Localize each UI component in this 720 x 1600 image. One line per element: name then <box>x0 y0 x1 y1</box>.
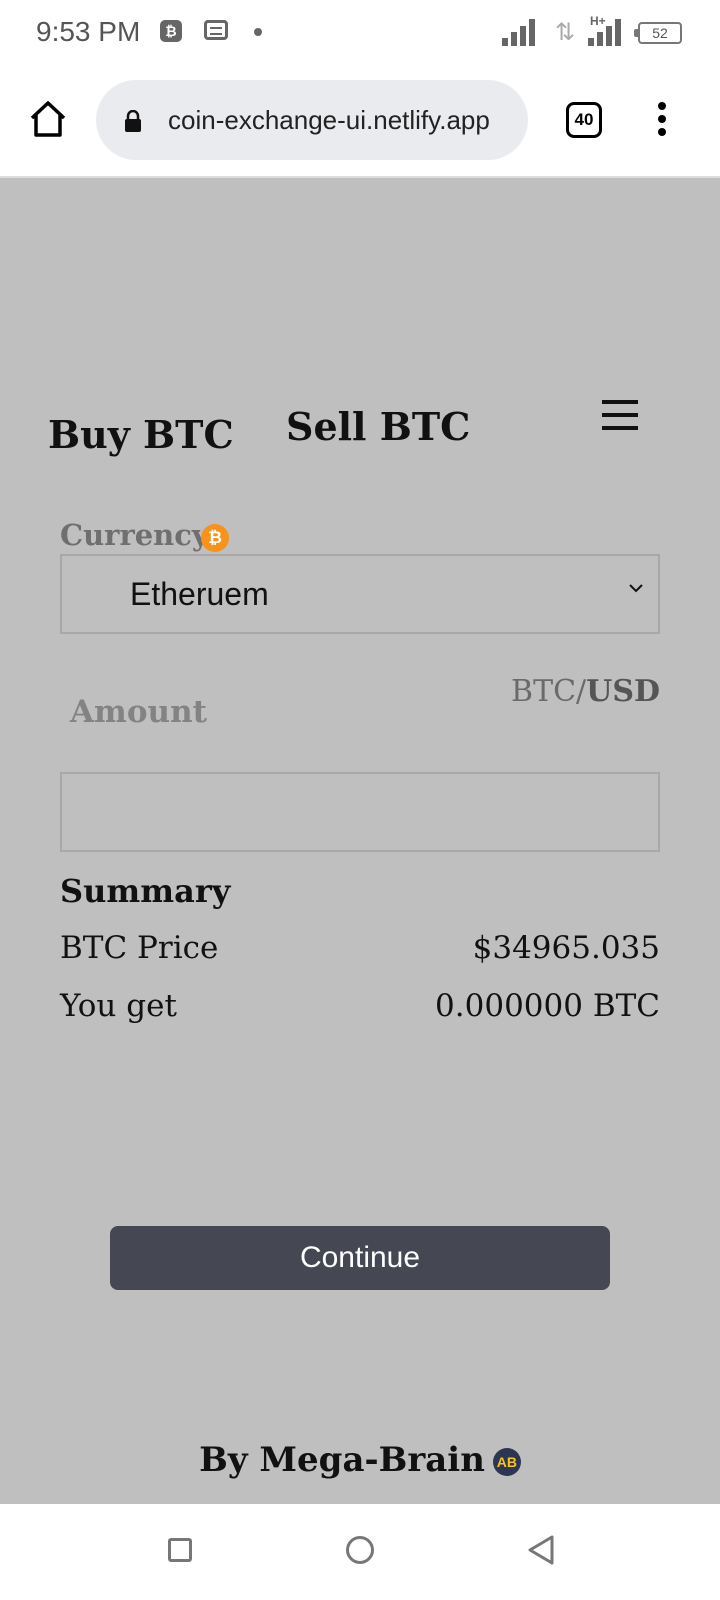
home-nav-icon[interactable] <box>346 1536 374 1564</box>
currency-label: Currency <box>60 518 209 552</box>
amount-input[interactable] <box>60 772 660 852</box>
browser-toolbar: coin-exchange-ui.netlify.app 40 <box>0 66 720 178</box>
summary-title: Summary <box>60 872 231 910</box>
dot-icon <box>254 28 262 36</box>
battery-icon: 52 <box>634 22 682 44</box>
address-bar[interactable]: coin-exchange-ui.netlify.app <box>96 80 528 160</box>
currency-select[interactable]: Etheruem <box>60 554 660 634</box>
footer-credit: By Mega-Brain AB <box>0 1440 720 1480</box>
lock-icon <box>125 110 141 132</box>
recents-icon[interactable] <box>168 1538 192 1562</box>
you-get-value: 0.000000 BTC <box>435 988 660 1024</box>
chevron-down-icon <box>629 584 643 593</box>
status-time: 9:53 PM <box>36 16 141 47</box>
currency-select-value: Etheruem <box>130 576 269 612</box>
exchange-panel: Buy BTC Sell BTC Currency ₿ Etheruem Amo… <box>0 178 720 1504</box>
data-transfer-icon: ⇅ <box>555 19 576 46</box>
currency-pair-toggle[interactable]: BTC/USD <box>511 674 660 709</box>
home-icon[interactable] <box>28 99 68 139</box>
bitcoin-icon: ₿ <box>201 524 229 552</box>
signal-2-icon <box>588 18 624 46</box>
btc-price-label: BTC Price <box>60 930 219 966</box>
tab-buy-btc[interactable]: Buy BTC <box>48 412 234 457</box>
tab-switcher-button[interactable]: 40 <box>566 102 602 138</box>
btc-price-value: $34965.035 <box>472 930 660 966</box>
amount-label: Amount <box>70 694 207 730</box>
system-nav-bar <box>0 1504 720 1600</box>
tab-sell-btc[interactable]: Sell BTC <box>286 404 470 449</box>
pair-quote: USD <box>586 674 660 709</box>
bitcoin-app-icon: ₿ <box>160 20 182 42</box>
signal-icon <box>502 18 538 46</box>
continue-button[interactable]: Continue <box>110 1226 610 1290</box>
back-icon[interactable] <box>526 1534 556 1566</box>
footer-credit-text: By Mega-Brain <box>199 1440 485 1480</box>
status-bar: 9:53 PM ₿ ⇅ H+ 52 <box>0 0 720 66</box>
url-text: coin-exchange-ui.netlify.app <box>168 105 490 135</box>
hamburger-menu-icon[interactable] <box>602 400 638 430</box>
pair-base: BTC/ <box>511 674 587 709</box>
message-icon <box>204 20 228 40</box>
overflow-menu-icon[interactable] <box>656 102 668 138</box>
mega-brain-logo-icon: AB <box>492 1448 521 1476</box>
you-get-label: You get <box>60 988 177 1024</box>
